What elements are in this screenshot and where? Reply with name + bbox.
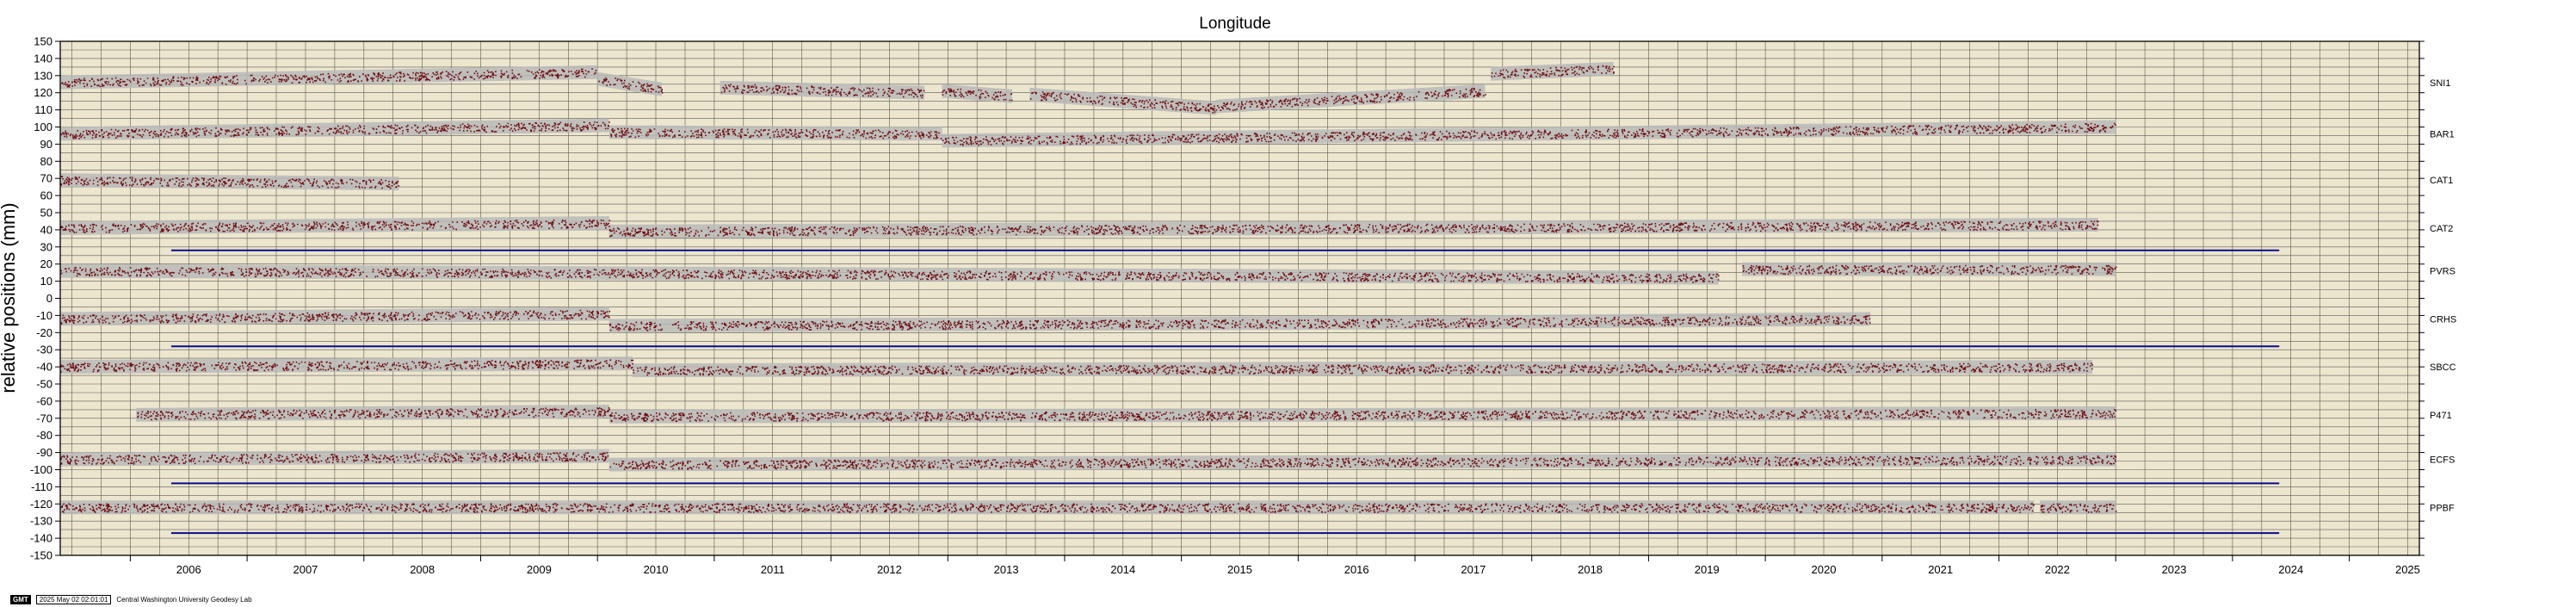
chart: Longitude 150140130120110100908070605040…: [0, 15, 2456, 576]
x-tick-label: 2024: [2278, 563, 2303, 576]
y-tick-label: -80: [36, 429, 53, 442]
x-tick-label: 2021: [1928, 563, 1953, 576]
y-tick-label: 70: [40, 172, 53, 185]
x-tick-label: 2014: [1110, 563, 1135, 576]
y-tick-label: 30: [40, 240, 53, 253]
y-tick-label: 150: [34, 35, 53, 48]
footer: GMT 2025 May 02 02:01:01 Central Washing…: [10, 594, 252, 604]
y-tick-label: -30: [36, 344, 53, 356]
y-tick-label: -50: [36, 378, 53, 391]
x-tick-label: 2015: [1227, 563, 1252, 576]
x-tick-label: 2025: [2395, 563, 2420, 576]
station-labels: SNI1 BAR1 CAT1 CAT2 PVRS CRHS SBCC P471 ECFS PPBF: [2430, 78, 2456, 514]
y-tick-label: 40: [40, 223, 53, 236]
y-tick-label: -130: [30, 515, 53, 528]
x-tick-label: 2022: [2045, 563, 2070, 576]
y-tick-label: 20: [40, 257, 53, 270]
station-label-ppbf: PPBF: [2430, 503, 2455, 513]
x-tick-label: 2013: [994, 563, 1019, 576]
y-tick-label: 110: [34, 103, 53, 116]
y-tick-label: -110: [31, 480, 53, 493]
station-label-pvrs: PVRS: [2430, 267, 2456, 277]
grid: [60, 41, 2419, 555]
station-label-ecfs: ECFS: [2430, 455, 2455, 466]
y-tick-label: -120: [30, 498, 53, 511]
y-tick-label: -150: [30, 549, 53, 562]
x-tick-label: 2018: [1578, 563, 1603, 576]
y-tick-label: 140: [34, 52, 53, 65]
x-tick-label: 2023: [2162, 563, 2187, 576]
x-tick-label: 2010: [644, 563, 669, 576]
station-label-sni1: SNI1: [2430, 78, 2450, 89]
y-tick-label: -60: [36, 394, 53, 407]
station-label-cat1: CAT1: [2430, 176, 2453, 186]
x-tick-label: 2011: [761, 563, 785, 576]
x-tick-label: 2008: [410, 563, 435, 576]
y-tick-label: -40: [36, 361, 53, 374]
station-label-crhs: CRHS: [2430, 314, 2456, 325]
chart-title: Longitude: [1199, 15, 1270, 33]
y-tick-label: 10: [40, 275, 53, 288]
x-tick-label: 2019: [1695, 563, 1720, 576]
credit-text: Central Washington University Geodesy La…: [116, 595, 252, 604]
y-tick-label: -70: [36, 412, 53, 424]
station-label-sbcc: SBCC: [2430, 362, 2456, 373]
grid-lines: [60, 41, 2419, 555]
x-tick-label: 2020: [1812, 563, 1837, 576]
x-tick-label: 2006: [176, 563, 201, 576]
y-tick-label: 50: [40, 207, 53, 220]
y-tick-label: 90: [40, 138, 53, 151]
x-tick-label: 2007: [293, 563, 318, 576]
y-tick-label: -100: [30, 463, 53, 476]
y-tick-label: 80: [40, 155, 53, 168]
station-label-cat2: CAT2: [2430, 224, 2453, 234]
y-tick-label: -10: [36, 309, 53, 322]
y-tick-label: -90: [36, 446, 53, 459]
x-tick-label: 2009: [527, 563, 552, 576]
y-tick-label: 120: [34, 86, 53, 99]
x-tick-label: 2017: [1461, 563, 1486, 576]
x-tick-label: 2012: [877, 563, 902, 576]
station-label-p471: P471: [2430, 411, 2452, 421]
y-tick-label: 60: [40, 189, 53, 202]
y-tick-label: -20: [36, 326, 53, 339]
x-axis: 2006 2007 2008 2009 2010 2011 2012 2013 2014 2015…: [129, 555, 2420, 576]
y-axis-label: relative positions (mm): [0, 202, 19, 393]
gmt-logo: GMT: [10, 594, 31, 604]
y-tick-label: 130: [34, 69, 53, 82]
station-label-bar1: BAR1: [2430, 129, 2455, 139]
y-tick-label: 0: [46, 292, 53, 305]
x-tick-label: 2016: [1344, 563, 1369, 576]
error-band: [1742, 262, 2116, 276]
timestamp: 2025 May 02 02:01:01: [35, 594, 112, 604]
y-tick-label: 100: [34, 121, 53, 133]
y-tick-label: -140: [30, 532, 53, 545]
